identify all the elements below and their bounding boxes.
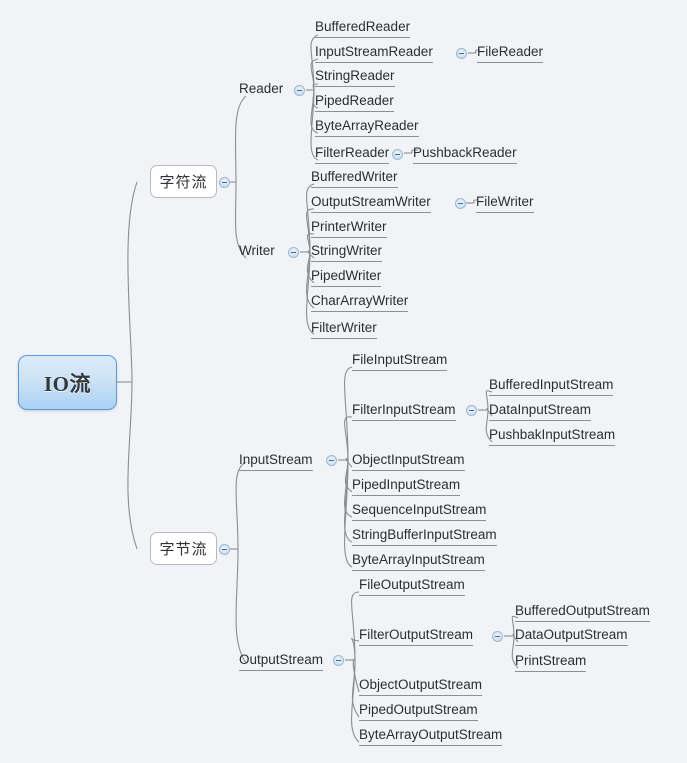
node-char-stream[interactable]: 字符流	[150, 165, 217, 198]
node-filter-reader[interactable]: FilterReader	[315, 145, 390, 164]
collapse-minus-icon-input-stream[interactable]	[326, 455, 337, 466]
collapse-minus-icon-char-stream[interactable]	[219, 177, 230, 188]
node-file-output-stream[interactable]: FileOutputStream	[359, 577, 465, 596]
node-byte-array-output-stream[interactable]: ByteArrayOutputStream	[359, 727, 503, 746]
collapse-minus-icon-reader[interactable]	[294, 85, 305, 96]
node-sequence-input-stream[interactable]: SequenceInputStream	[352, 502, 487, 521]
root-node[interactable]: IO流	[18, 355, 117, 410]
node-writer[interactable]: Writer	[239, 243, 275, 261]
mindmap-canvas: IO流 字符流 字节流 Reader Writer BufferedReader…	[0, 0, 687, 763]
node-piped-writer[interactable]: PipedWriter	[311, 268, 382, 287]
node-printer-writer[interactable]: PrinterWriter	[311, 219, 387, 238]
node-piped-input-stream[interactable]: PipedInputStream	[352, 477, 461, 496]
node-data-input-stream[interactable]: DataInputStream	[489, 402, 592, 421]
node-piped-reader[interactable]: PipedReader	[315, 93, 394, 112]
node-buffered-writer[interactable]: BufferedWriter	[311, 169, 398, 188]
node-buffered-output-stream[interactable]: BufferedOutputStream	[515, 603, 650, 622]
node-buffered-reader[interactable]: BufferedReader	[315, 19, 411, 38]
node-string-buffer-input-stream[interactable]: StringBufferInputStream	[352, 527, 497, 546]
node-object-output-stream[interactable]: ObjectOutputStream	[359, 677, 483, 696]
node-input-stream-reader[interactable]: InputStreamReader	[315, 44, 433, 63]
collapse-minus-icon-output-stream-writer[interactable]	[455, 198, 466, 209]
node-print-stream[interactable]: PrintStream	[515, 653, 587, 672]
node-output-stream[interactable]: OutputStream	[239, 652, 324, 671]
node-char-stream-label: 字符流	[159, 174, 208, 191]
node-file-writer[interactable]: FileWriter	[476, 194, 534, 213]
node-output-stream-writer[interactable]: OutputStreamWriter	[311, 194, 431, 213]
node-filter-output-stream[interactable]: FilterOutputStream	[359, 627, 474, 646]
node-piped-output-stream[interactable]: PipedOutputStream	[359, 702, 478, 721]
node-pushback-reader[interactable]: PushbackReader	[413, 145, 517, 164]
collapse-minus-icon-filter-input-stream[interactable]	[466, 405, 477, 416]
node-byte-stream[interactable]: 字节流	[150, 532, 217, 565]
collapse-minus-icon-writer[interactable]	[288, 247, 299, 258]
node-buffered-input-stream[interactable]: BufferedInputStream	[489, 377, 614, 396]
node-filter-input-stream[interactable]: FilterInputStream	[352, 402, 456, 421]
node-byte-stream-label: 字节流	[159, 541, 208, 558]
node-byte-array-input-stream[interactable]: ByteArrayInputStream	[352, 552, 485, 571]
collapse-minus-icon-filter-reader[interactable]	[392, 149, 403, 160]
collapse-minus-icon-byte-stream[interactable]	[219, 544, 230, 555]
root-node-label: IO流	[43, 371, 91, 396]
node-string-writer[interactable]: StringWriter	[311, 243, 383, 262]
node-file-input-stream[interactable]: FileInputStream	[352, 352, 448, 371]
collapse-minus-icon-output-stream[interactable]	[333, 655, 344, 666]
node-byte-array-reader[interactable]: ByteArrayReader	[315, 118, 419, 137]
node-filter-writer[interactable]: FilterWriter	[311, 320, 377, 339]
node-object-input-stream[interactable]: ObjectInputStream	[352, 452, 465, 471]
node-file-reader[interactable]: FileReader	[477, 44, 544, 63]
node-input-stream[interactable]: InputStream	[239, 452, 313, 471]
node-data-output-stream[interactable]: DataOutputStream	[515, 627, 628, 646]
collapse-minus-icon-filter-output-stream[interactable]	[492, 631, 503, 642]
node-char-array-writer[interactable]: CharArrayWriter	[311, 293, 409, 312]
node-string-reader[interactable]: StringReader	[315, 68, 395, 87]
collapse-minus-icon-input-stream-reader[interactable]	[456, 48, 467, 59]
node-reader[interactable]: Reader	[239, 81, 283, 99]
node-pushbak-input-stream[interactable]: PushbakInputStream	[489, 427, 616, 446]
